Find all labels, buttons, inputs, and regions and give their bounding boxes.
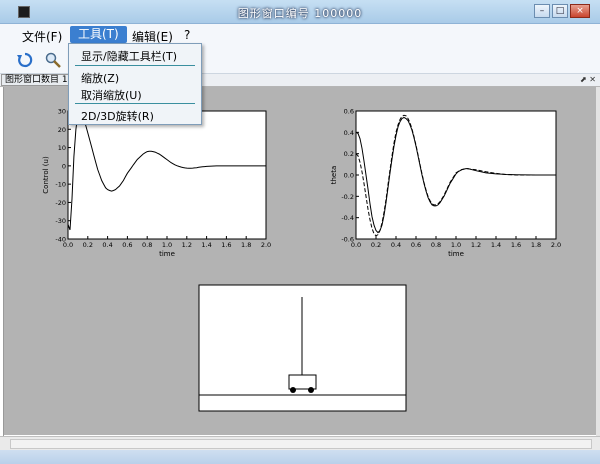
rotate-icon[interactable] [14, 50, 36, 70]
y-tick-label: -20 [55, 199, 66, 207]
menu-help[interactable]: ? [182, 28, 192, 42]
x-tick-label: 1.2 [182, 241, 192, 249]
x-tick-label: 1.0 [451, 241, 461, 249]
y-tick-label: -0.6 [341, 236, 354, 244]
y-tick-label: -40 [55, 236, 66, 244]
theta-chart: 0.0 0.2 0.4 0.6 0.8 1.0 1.2 1.4 1.6 1.8 2.0 -0.6 -0.… [330, 108, 561, 259]
x-tick-label: 0.2 [83, 241, 93, 249]
menu-item-unzoom[interactable]: 取消缩放(U) [81, 87, 142, 103]
window-controls: – □ × [534, 4, 590, 18]
minimize-button[interactable]: – [534, 4, 550, 18]
maximize-button[interactable]: □ [552, 4, 568, 18]
x-tick-label: 0.8 [142, 241, 152, 249]
control-chart: 0.0 0.2 0.4 0.6 0.8 1.0 1.2 1.4 1.6 1.8 2.0-40-30-… [42, 108, 271, 259]
theta-chart-xlabel: time [448, 250, 464, 258]
window-bottom-edge [0, 450, 600, 464]
close-button[interactable]: × [570, 4, 590, 18]
status-field [10, 439, 592, 449]
figure-canvas: 0.0 0.2 0.4 0.6 0.8 1.0 1.2 1.4 1.6 1.8 2.0 -40 -30 -… [4, 87, 596, 435]
menu-item-rotate-2d3d[interactable]: 2D/3D旋转(R) [81, 108, 154, 124]
y-tick-label: -0.2 [341, 193, 354, 201]
subwindow-controls[interactable]: ⬈ ✕ [580, 75, 596, 84]
y-tick-label: 0.2 [344, 150, 354, 158]
menu-file[interactable]: 文件(F) [20, 28, 64, 45]
cart-wheel-right [308, 387, 314, 393]
x-tick-label: 1.6 [221, 241, 231, 249]
y-tick-label: -30 [55, 217, 66, 225]
y-tick-label: 0.4 [344, 129, 354, 137]
x-tick-label: 0.6 [122, 241, 132, 249]
y-tick-label: 0 [62, 162, 66, 170]
x-tick-label: 0.8 [431, 241, 441, 249]
theta-chart-ylabel: theta [330, 166, 338, 185]
control-chart-ylabel: Control (u) [42, 156, 50, 194]
y-tick-label: 0.6 [344, 108, 354, 116]
figure-svg: 0.0 0.2 0.4 0.6 0.8 1.0 1.2 1.4 1.6 1.8 2.0 -40 -30 -… [42, 108, 561, 412]
title-bar: 图形窗口编号 100000 – □ × [0, 0, 600, 24]
y-tick-label: 30 [58, 108, 66, 116]
x-tick-label: 1.8 [241, 241, 251, 249]
y-tick-label: 10 [58, 144, 66, 152]
y-tick-label: 0.0 [344, 172, 354, 180]
x-tick-label: 1.6 [511, 241, 521, 249]
menu-separator [75, 103, 195, 104]
x-tick-label: 1.8 [531, 241, 541, 249]
x-tick-label: 0.4 [102, 241, 112, 249]
cart-pole-animation [198, 284, 407, 412]
status-bar [0, 436, 600, 450]
right-strip [596, 87, 600, 437]
x-tick-label: 0.6 [411, 241, 421, 249]
subwindow-title[interactable]: 图形窗口数目 1 [1, 74, 72, 86]
y-tick-label: 20 [58, 126, 66, 134]
x-tick-label: 1.0 [162, 241, 172, 249]
x-tick-label: 1.2 [471, 241, 481, 249]
x-tick-label: 1.4 [201, 241, 211, 249]
control-chart-xlabel: time [159, 250, 175, 258]
menu-item-show-hide-toolbar[interactable]: 显示/隐藏工具栏(T) [81, 48, 177, 64]
x-tick-label: 2.0 [551, 241, 561, 249]
x-tick-label: 1.4 [491, 241, 501, 249]
menu-separator [75, 65, 195, 66]
menu-tools[interactable]: 工具(T) [70, 26, 127, 43]
window-title: 图形窗口编号 100000 [237, 7, 363, 20]
menu-item-zoom[interactable]: 缩放(Z) [81, 70, 119, 86]
control-chart-plot-area [67, 110, 267, 240]
x-tick-label: 0.2 [371, 241, 381, 249]
cart-wheel-left [290, 387, 296, 393]
y-tick-label: -0.4 [341, 214, 354, 222]
y-tick-label: -10 [55, 181, 66, 189]
zoom-icon[interactable] [42, 50, 64, 70]
cart-body [288, 374, 317, 390]
x-tick-label: 0.4 [391, 241, 401, 249]
x-tick-label: 2.0 [261, 241, 271, 249]
tools-dropdown: 显示/隐藏工具栏(T) 缩放(Z) 取消缩放(U) 2D/3D旋转(R) [68, 43, 202, 125]
